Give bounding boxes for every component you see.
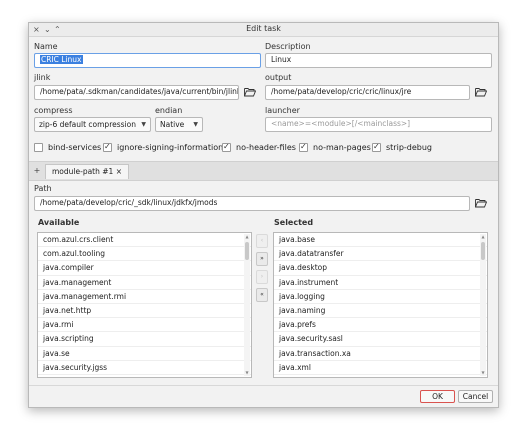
launcher-field[interactable]: <name>=<module>[/<mainclass>]: [265, 117, 492, 132]
name-label: Name: [34, 42, 58, 51]
list-item[interactable]: java.security.sasl: [274, 332, 487, 347]
output-field[interactable]: /home/pata/develop/cric/cric/linux/jre: [265, 85, 470, 100]
folder-open-icon[interactable]: [475, 87, 487, 97]
folder-open-icon[interactable]: [475, 198, 487, 208]
list-item[interactable]: java.rmi: [38, 318, 251, 333]
window-title: Edit task: [246, 24, 281, 33]
move-all-left-button[interactable]: «: [256, 288, 268, 302]
ok-button[interactable]: OK: [420, 390, 455, 403]
name-value: CRIC Linux: [40, 55, 83, 64]
scrollbar-thumb[interactable]: [245, 242, 249, 260]
ignore-signing-information-label: ignore-signing-information: [117, 143, 224, 152]
list-item[interactable]: java.instrument: [274, 276, 487, 290]
compress-label: compress: [34, 106, 73, 115]
folder-open-icon[interactable]: [244, 87, 256, 97]
list-item[interactable]: com.azul.tooling: [38, 247, 251, 262]
launcher-label: launcher: [265, 106, 300, 115]
list-item[interactable]: java.transaction.xa: [274, 347, 487, 361]
list-item[interactable]: java.datatransfer: [274, 247, 487, 262]
available-list[interactable]: com.azul.crs.client com.azul.tooling java.…: [37, 232, 252, 378]
list-item[interactable]: java.prefs: [274, 318, 487, 333]
endian-value: Native: [160, 120, 185, 129]
scroll-down-icon[interactable]: ▼: [480, 370, 486, 376]
module-path-tabs: + module-path #1 ×: [29, 161, 498, 181]
list-item[interactable]: java.se: [38, 347, 251, 361]
endian-dropdown[interactable]: Native ▼: [155, 117, 203, 132]
compress-dropdown[interactable]: zip-6 default compression ▼: [34, 117, 151, 132]
scrollbar-thumb[interactable]: [481, 242, 485, 260]
list-item[interactable]: java.security.jgss: [38, 361, 251, 375]
move-right-button[interactable]: ‹: [256, 234, 268, 248]
move-left-button[interactable]: ›: [256, 270, 268, 284]
bind-services-checkbox[interactable]: bind-services: [34, 142, 101, 154]
list-item[interactable]: java.management: [38, 276, 251, 290]
list-item[interactable]: java.naming: [274, 304, 487, 319]
list-item[interactable]: java.net.http: [38, 304, 251, 319]
no-header-files-label: no-header-files: [236, 143, 296, 152]
edit-task-dialog: × ⌄ ⌃ Edit task Name CRIC Linux Descript…: [28, 22, 499, 408]
jlink-label: jlink: [34, 73, 51, 82]
scroll-up-icon[interactable]: ▲: [480, 234, 486, 240]
selected-list[interactable]: java.base java.datatransfer java.desktop ja…: [273, 232, 488, 378]
move-all-right-button[interactable]: »: [256, 252, 268, 266]
no-man-pages-label: no-man-pages: [313, 143, 371, 152]
chevron-down-icon: ▼: [141, 121, 146, 128]
strip-debug-label: strip-debug: [386, 143, 433, 152]
strip-debug-checkbox[interactable]: strip-debug: [372, 141, 433, 154]
list-item[interactable]: java.compiler: [38, 261, 251, 276]
checkbox-box: [222, 141, 231, 152]
scroll-down-icon[interactable]: ▼: [244, 370, 250, 376]
available-scrollbar[interactable]: ▲ ▼: [244, 234, 250, 376]
list-item[interactable]: java.desktop: [274, 261, 487, 276]
path-label: Path: [34, 184, 52, 193]
ignore-signing-information-checkbox[interactable]: ignore-signing-information: [103, 141, 224, 154]
bind-services-label: bind-services: [48, 143, 102, 152]
name-field[interactable]: CRIC Linux: [34, 53, 261, 68]
path-field[interactable]: /home/pata/develop/cric/_sdk/linux/jdkfx…: [34, 196, 470, 211]
list-item[interactable]: java.xml: [274, 361, 487, 375]
list-item[interactable]: java.base: [274, 233, 487, 248]
no-header-files-checkbox[interactable]: no-header-files: [222, 141, 296, 154]
list-item[interactable]: java.logging: [274, 290, 487, 304]
footer-divider: [29, 385, 498, 386]
description-label: Description: [265, 42, 311, 51]
output-label: output: [265, 73, 292, 82]
checkbox-box: [34, 143, 43, 152]
chevron-down-icon: ▼: [193, 121, 198, 128]
list-item[interactable]: java.management.rmi: [38, 290, 251, 304]
endian-label: endian: [155, 106, 183, 115]
add-tab-button[interactable]: +: [32, 165, 42, 177]
no-man-pages-checkbox[interactable]: no-man-pages: [299, 141, 371, 154]
tab-module-path-1[interactable]: module-path #1 ×: [45, 164, 129, 179]
scroll-up-icon[interactable]: ▲: [244, 234, 250, 240]
title-bar: × ⌄ ⌃ Edit task: [29, 23, 498, 37]
checkbox-box: [299, 141, 308, 152]
list-item[interactable]: com.azul.crs.client: [38, 233, 251, 248]
checkbox-box: [372, 141, 381, 152]
list-item[interactable]: java.scripting: [38, 332, 251, 347]
cancel-button[interactable]: Cancel: [458, 390, 493, 403]
compress-value: zip-6 default compression: [39, 120, 136, 129]
available-header: Available: [38, 218, 80, 227]
checkbox-box: [103, 141, 112, 152]
selected-header: Selected: [274, 218, 314, 227]
selected-scrollbar[interactable]: ▲ ▼: [480, 234, 486, 376]
description-field[interactable]: Linux: [265, 53, 492, 68]
launcher-placeholder: <name>=<module>[/<mainclass>]: [271, 119, 411, 128]
jlink-field[interactable]: /home/pata/.sdkman/candidates/java/curre…: [34, 85, 239, 100]
